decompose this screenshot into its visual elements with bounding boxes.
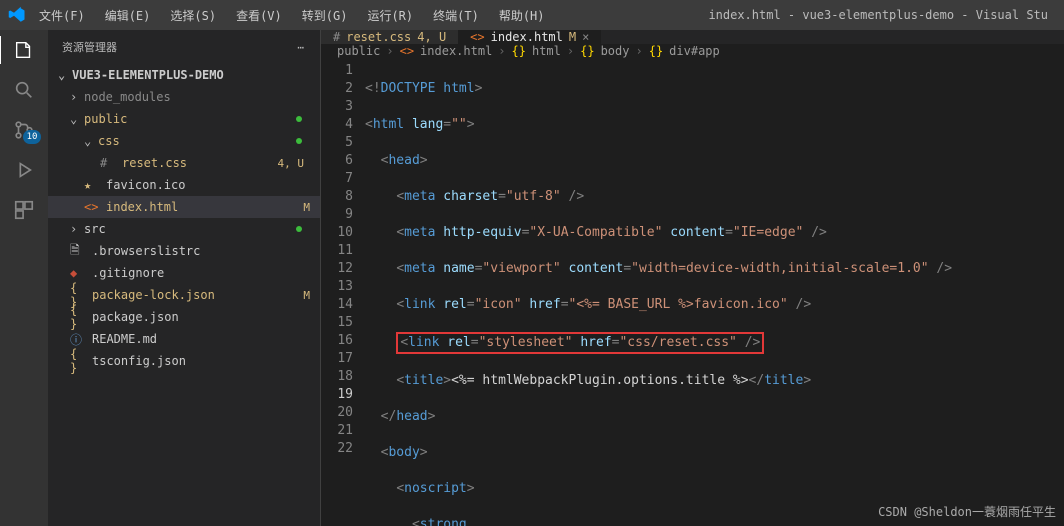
- file-tsconfig[interactable]: { } tsconfig.json: [48, 350, 320, 372]
- crumb[interactable]: public: [337, 44, 380, 58]
- extensions-icon[interactable]: [10, 196, 38, 224]
- tab-label: reset.css: [346, 30, 411, 44]
- search-icon[interactable]: [10, 76, 38, 104]
- git-dot-icon: [296, 116, 302, 122]
- info-icon: ⓘ: [70, 332, 84, 346]
- file-reset-css[interactable]: # reset.css 4, U: [48, 152, 320, 174]
- crumb[interactable]: body: [601, 44, 630, 58]
- html-file-icon: <>: [470, 30, 484, 44]
- menu-view[interactable]: 查看(V): [229, 4, 289, 27]
- editor: # reset.css 4, U <> index.html M × publi…: [320, 30, 1064, 526]
- breadcrumb[interactable]: public› <> index.html› {} html› {} body›…: [321, 44, 1064, 58]
- git-dot-icon: [296, 226, 302, 232]
- menu-run[interactable]: 运行(R): [360, 4, 420, 27]
- code-icon: {}: [580, 44, 594, 58]
- file-browserslist[interactable]: 🗎 .browserslistrc: [48, 240, 320, 262]
- menu-terminal[interactable]: 终端(T): [426, 4, 486, 27]
- scm-badge: 10: [23, 130, 42, 144]
- menu-edit[interactable]: 编辑(E): [98, 4, 158, 27]
- json-braces-icon: { }: [70, 310, 84, 324]
- css-file-icon: #: [100, 156, 114, 170]
- html-file-icon: <>: [84, 200, 98, 214]
- file-package-lock[interactable]: { } package-lock.json M: [48, 284, 320, 306]
- star-icon: ★: [84, 178, 98, 192]
- css-file-icon: #: [333, 30, 340, 44]
- activity-bar: 10: [0, 30, 48, 526]
- crumb[interactable]: div#app: [669, 44, 720, 58]
- tab-label: index.html: [491, 30, 563, 44]
- git-icon: ◆: [70, 266, 84, 280]
- chevron-down-icon: ⌄: [84, 134, 94, 148]
- menu-help[interactable]: 帮助(H): [492, 4, 552, 27]
- crumb[interactable]: html: [532, 44, 561, 58]
- file-icon: 🗎: [70, 244, 84, 258]
- more-icon[interactable]: ⋯: [297, 41, 306, 54]
- json-braces-icon: { }: [70, 288, 84, 302]
- watermark: CSDN @Sheldon一蓑烟雨任平生: [878, 503, 1056, 520]
- git-status: 4, U: [278, 157, 305, 170]
- title-bar: 文件(F) 编辑(E) 选择(S) 查看(V) 转到(G) 运行(R) 终端(T…: [0, 0, 1064, 30]
- file-favicon[interactable]: ★ favicon.ico: [48, 174, 320, 196]
- explorer-sidebar: 资源管理器 ⋯ ⌄ VUE3-ELEMENTPLUS-DEMO › node_m…: [48, 30, 320, 526]
- explorer-title: 资源管理器: [62, 39, 117, 55]
- chevron-right-icon: ›: [70, 90, 80, 104]
- json-braces-icon: { }: [70, 354, 84, 368]
- git-status: M: [303, 201, 310, 214]
- git-dot-icon: [296, 138, 302, 144]
- window-title: index.html - vue3-elementplus-demo - Vis…: [708, 8, 1056, 22]
- close-icon[interactable]: ×: [582, 30, 589, 44]
- chevron-right-icon: ›: [70, 222, 80, 236]
- tab-bar: # reset.css 4, U <> index.html M ×: [321, 30, 1064, 44]
- menu-go[interactable]: 转到(G): [295, 4, 355, 27]
- tab-status: M: [569, 30, 576, 44]
- explorer-icon[interactable]: [0, 36, 47, 64]
- folder-public[interactable]: ⌄ public: [48, 108, 320, 130]
- file-package-json[interactable]: { } package.json: [48, 306, 320, 328]
- chevron-down-icon: ⌄: [58, 68, 68, 82]
- project-root[interactable]: ⌄ VUE3-ELEMENTPLUS-DEMO: [48, 64, 320, 86]
- crumb[interactable]: index.html: [420, 44, 492, 58]
- tab-index-html[interactable]: <> index.html M ×: [458, 30, 601, 44]
- explorer-title-row: 资源管理器 ⋯: [48, 30, 320, 64]
- file-gitignore[interactable]: ◆ .gitignore: [48, 262, 320, 284]
- file-readme[interactable]: ⓘ README.md: [48, 328, 320, 350]
- line-numbers: 123456789 1011121314151617 1819202122: [321, 58, 365, 526]
- folder-node-modules[interactable]: › node_modules: [48, 86, 320, 108]
- code-body[interactable]: <!DOCTYPE html> <html lang=""> <head> <m…: [365, 58, 1064, 526]
- chevron-down-icon: ⌄: [70, 112, 80, 126]
- html-file-icon: <>: [400, 44, 414, 58]
- menu-select[interactable]: 选择(S): [163, 4, 223, 27]
- git-status: M: [303, 289, 310, 302]
- vscode-logo-icon: [8, 6, 26, 24]
- code-area[interactable]: 123456789 1011121314151617 1819202122 <!…: [321, 58, 1064, 526]
- debug-icon[interactable]: [10, 156, 38, 184]
- code-icon: {}: [649, 44, 663, 58]
- folder-css[interactable]: ⌄ css: [48, 130, 320, 152]
- file-index-html[interactable]: <> index.html M: [48, 196, 320, 218]
- code-icon: {}: [512, 44, 526, 58]
- tab-reset-css[interactable]: # reset.css 4, U: [321, 30, 458, 44]
- tab-status: 4, U: [417, 30, 446, 44]
- folder-src[interactable]: › src: [48, 218, 320, 240]
- menu-file[interactable]: 文件(F): [32, 4, 92, 27]
